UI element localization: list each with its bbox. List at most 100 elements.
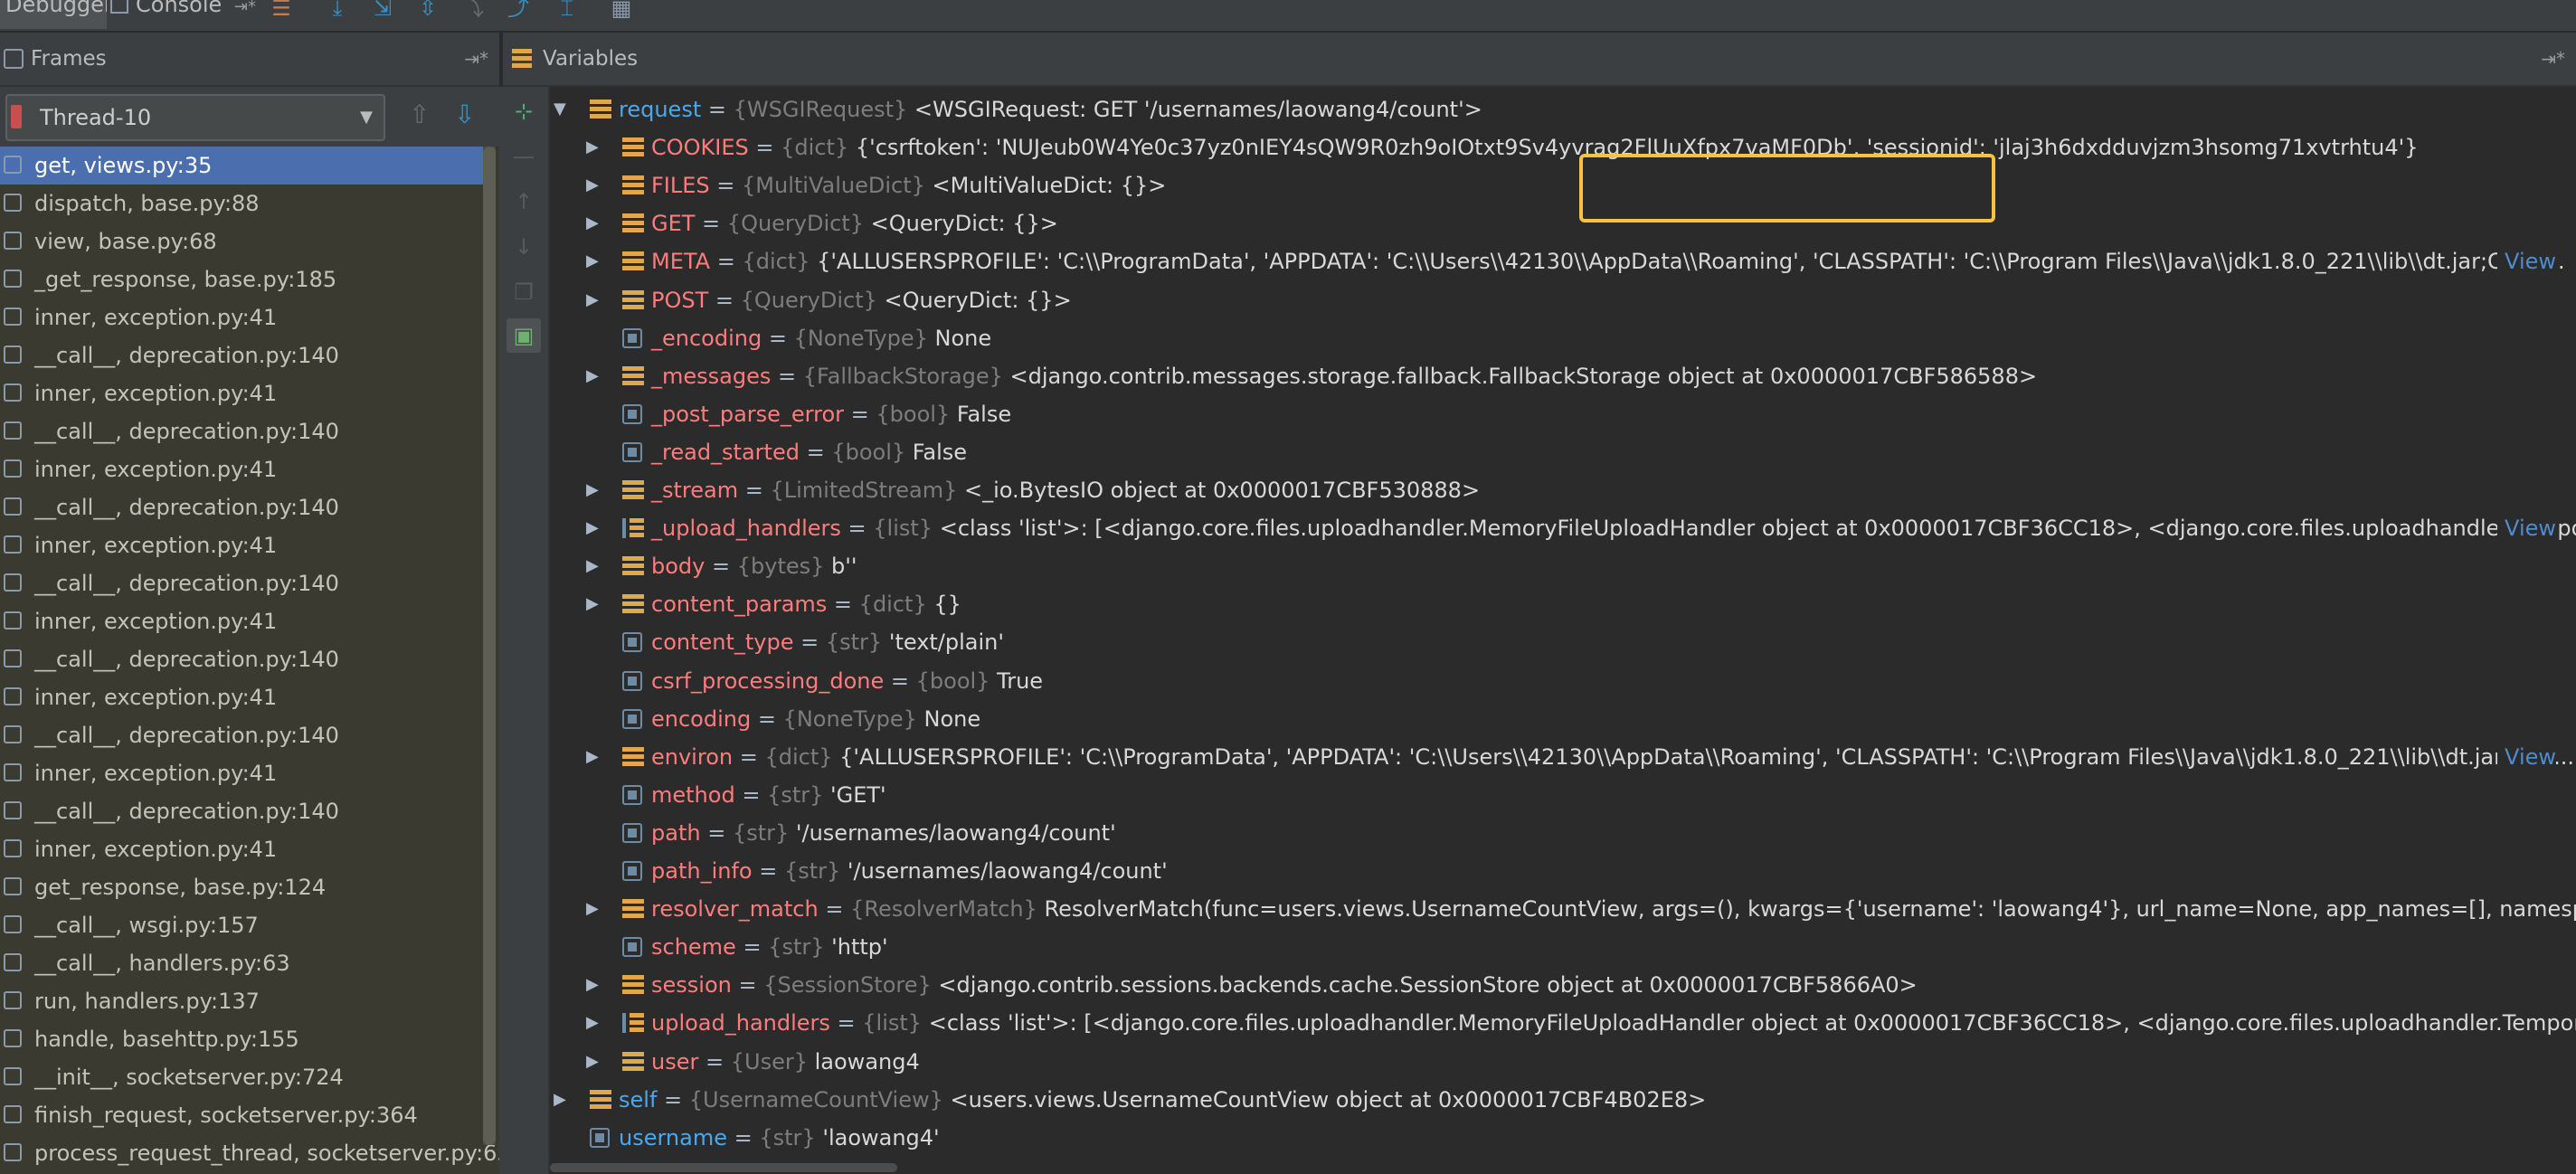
variable-row[interactable]: content_type = {str} 'text/plain': [550, 623, 2576, 661]
frame-item[interactable]: __call__, deprecation.py:140: [0, 792, 483, 830]
variable-row[interactable]: ▶ FILES = {MultiValueDict} <MultiValueDic…: [550, 166, 2576, 204]
frame-item[interactable]: dispatch, base.py:88: [0, 185, 483, 222]
variable-row[interactable]: ▶ content_params = {dict} {}: [550, 585, 2576, 623]
frame-item[interactable]: inner, exception.py:41: [0, 754, 483, 792]
variables-horizontal-scrollbar-thumb[interactable]: [550, 1163, 897, 1172]
variable-row[interactable]: ▶ body = {bytes} b'': [550, 547, 2576, 585]
frame-item[interactable]: run, handlers.py:137: [0, 982, 483, 1020]
variable-row[interactable]: method = {str} 'GET': [550, 776, 2576, 814]
expand-arrow-icon[interactable]: ▶: [586, 738, 604, 776]
variable-row[interactable]: ▶ META = {dict} {'ALLUSERSPROFILE': 'C:\\…: [550, 242, 2576, 281]
frame-item[interactable]: inner, exception.py:41: [0, 602, 483, 640]
view-link[interactable]: View: [2497, 509, 2556, 548]
step-into-icon[interactable]: ⇲: [369, 0, 396, 22]
frames-scrollbar-thumb[interactable]: [483, 147, 496, 1145]
expand-arrow-icon[interactable]: ▶: [586, 1004, 604, 1042]
variable-row[interactable]: scheme = {str} 'http': [550, 928, 2576, 966]
expand-arrow-icon[interactable]: ▶: [586, 509, 604, 547]
new-watch-icon[interactable]: ⊹: [507, 94, 541, 128]
step-into-my-code-icon[interactable]: ⇳: [414, 0, 441, 22]
collapse-arrow-icon[interactable]: ▼: [554, 90, 572, 128]
frame-item[interactable]: handle, basehttp.py:155: [0, 1020, 483, 1058]
variable-row[interactable]: ▶ upload_handlers = {list} <class 'list'>…: [550, 1004, 2576, 1042]
frame-item[interactable]: inner, exception.py:41: [0, 526, 483, 564]
variable-row[interactable]: ▶ self = {UsernameCountView} <users.views…: [550, 1081, 2576, 1119]
variable-row[interactable]: path = {str} '/usernames/laowang4/count': [550, 814, 2576, 852]
previous-frame-icon[interactable]: ⇧: [409, 99, 430, 129]
force-step-into-icon[interactable]: ⤵: [459, 0, 487, 22]
variable-row[interactable]: ▶ environ = {dict} {'ALLUSERSPROFILE': 'C…: [550, 737, 2576, 776]
tab-console[interactable]: Console ⇥*: [105, 0, 270, 29]
evaluate-expression-icon[interactable]: ▦: [608, 0, 635, 22]
frame-item[interactable]: __call__, deprecation.py:140: [0, 716, 483, 754]
next-frame-icon[interactable]: ⇩: [454, 99, 475, 129]
variables-horizontal-scrollbar[interactable]: [550, 1161, 2576, 1174]
variable-row[interactable]: ▼ request = {WSGIRequest} <WSGIRequest: G…: [550, 90, 2576, 128]
frame-item[interactable]: finish_request, socketserver.py:364: [0, 1096, 483, 1134]
run-to-cursor-icon[interactable]: ⌶: [554, 0, 581, 22]
variable-row[interactable]: encoding = {NoneType} None: [550, 700, 2576, 738]
view-link[interactable]: View: [2497, 242, 2556, 281]
frame-item[interactable]: inner, exception.py:41: [0, 298, 483, 336]
frame-item[interactable]: __init__, socketserver.py:724: [0, 1058, 483, 1096]
move-up-icon[interactable]: ↑: [507, 185, 541, 219]
variable-row[interactable]: ▶ COOKIES = {dict} {'csrftoken': 'NUJeub0…: [550, 128, 2576, 166]
step-out-icon[interactable]: ⤴: [505, 0, 532, 22]
frame-item[interactable]: get_response, base.py:124: [0, 868, 483, 906]
frame-item[interactable]: __call__, deprecation.py:140: [0, 488, 483, 526]
frame-item[interactable]: _get_response, base.py:185: [0, 260, 483, 298]
frame-item[interactable]: inner, exception.py:41: [0, 374, 483, 412]
variable-row[interactable]: _read_started = {bool} False: [550, 433, 2576, 471]
variable-row[interactable]: ▶ session = {SessionStore} <django.contri…: [550, 966, 2576, 1004]
frame-item[interactable]: inner, exception.py:41: [0, 450, 483, 488]
frame-item[interactable]: inner, exception.py:41: [0, 830, 483, 868]
variable-row[interactable]: ▶ user = {User} laowang4: [550, 1043, 2576, 1081]
frame-item[interactable]: __call__, deprecation.py:140: [0, 640, 483, 678]
expand-arrow-icon[interactable]: ▶: [586, 128, 604, 166]
show-execution-point-icon[interactable]: ☰: [268, 0, 295, 22]
expand-arrow-icon[interactable]: ▶: [586, 204, 604, 242]
variable-row[interactable]: ▶ GET = {QueryDict} <QueryDict: {}>: [550, 204, 2576, 242]
variable-row[interactable]: ▶ _stream = {LimitedStream} <_io.BytesIO …: [550, 471, 2576, 509]
expand-arrow-icon[interactable]: ▶: [586, 585, 604, 623]
expand-arrow-icon[interactable]: ▶: [586, 471, 604, 509]
frame-item[interactable]: inner, exception.py:41: [0, 678, 483, 716]
remove-watch-icon[interactable]: —: [507, 139, 541, 174]
variable-row[interactable]: _post_parse_error = {bool} False: [550, 395, 2576, 433]
frame-item[interactable]: view, base.py:68: [0, 222, 483, 260]
frame-item[interactable]: process_request_thread, socketserver.py:…: [0, 1134, 525, 1172]
variable-row[interactable]: _encoding = {NoneType} None: [550, 319, 2576, 357]
variable-row[interactable]: username = {str} 'laowang4': [550, 1119, 2576, 1157]
frames-scrollbar[interactable]: [483, 147, 496, 1145]
variables-pin-icon[interactable]: ⇥*: [2541, 33, 2565, 85]
variable-row[interactable]: ▶ _messages = {FallbackStorage} <django.c…: [550, 357, 2576, 395]
move-down-icon[interactable]: ↓: [507, 230, 541, 264]
variable-row[interactable]: csrf_processing_done = {bool} True: [550, 662, 2576, 700]
console-pin-icon[interactable]: ⇥*: [234, 0, 256, 16]
view-link[interactable]: View: [2497, 737, 2556, 776]
tab-debugger[interactable]: Debugger: [0, 0, 107, 29]
expand-arrow-icon[interactable]: ▶: [586, 281, 604, 319]
step-over-icon[interactable]: ⤓: [324, 0, 351, 22]
frame-item[interactable]: get, views.py:35: [0, 147, 483, 185]
variable-row[interactable]: ▶ resolver_match = {ResolverMatch} Resolv…: [550, 890, 2576, 928]
expand-arrow-icon[interactable]: ▶: [586, 242, 604, 280]
frame-item[interactable]: __call__, wsgi.py:157: [0, 906, 483, 944]
expand-arrow-icon[interactable]: ▶: [554, 1081, 572, 1119]
show-values-icon[interactable]: ▣: [507, 318, 541, 353]
frame-item[interactable]: __call__, deprecation.py:140: [0, 336, 483, 374]
frame-item[interactable]: __call__, handlers.py:63: [0, 944, 483, 982]
expand-arrow-icon[interactable]: ▶: [586, 357, 604, 395]
thread-select[interactable]: Thread-10 ▼: [5, 94, 385, 141]
frame-item[interactable]: __call__, deprecation.py:140: [0, 412, 483, 450]
copy-icon[interactable]: ❐: [507, 275, 541, 309]
expand-arrow-icon[interactable]: ▶: [586, 1043, 604, 1081]
expand-arrow-icon[interactable]: ▶: [586, 547, 604, 585]
frame-item[interactable]: __call__, deprecation.py:140: [0, 564, 483, 602]
frames-pin-icon[interactable]: ⇥*: [464, 33, 488, 85]
variable-row[interactable]: ▶ _upload_handlers = {list} <class 'list'…: [550, 509, 2576, 548]
expand-arrow-icon[interactable]: ▶: [586, 966, 604, 1004]
variable-row[interactable]: ▶ POST = {QueryDict} <QueryDict: {}>: [550, 281, 2576, 319]
variable-row[interactable]: path_info = {str} '/usernames/laowang4/c…: [550, 852, 2576, 890]
expand-arrow-icon[interactable]: ▶: [586, 890, 604, 928]
